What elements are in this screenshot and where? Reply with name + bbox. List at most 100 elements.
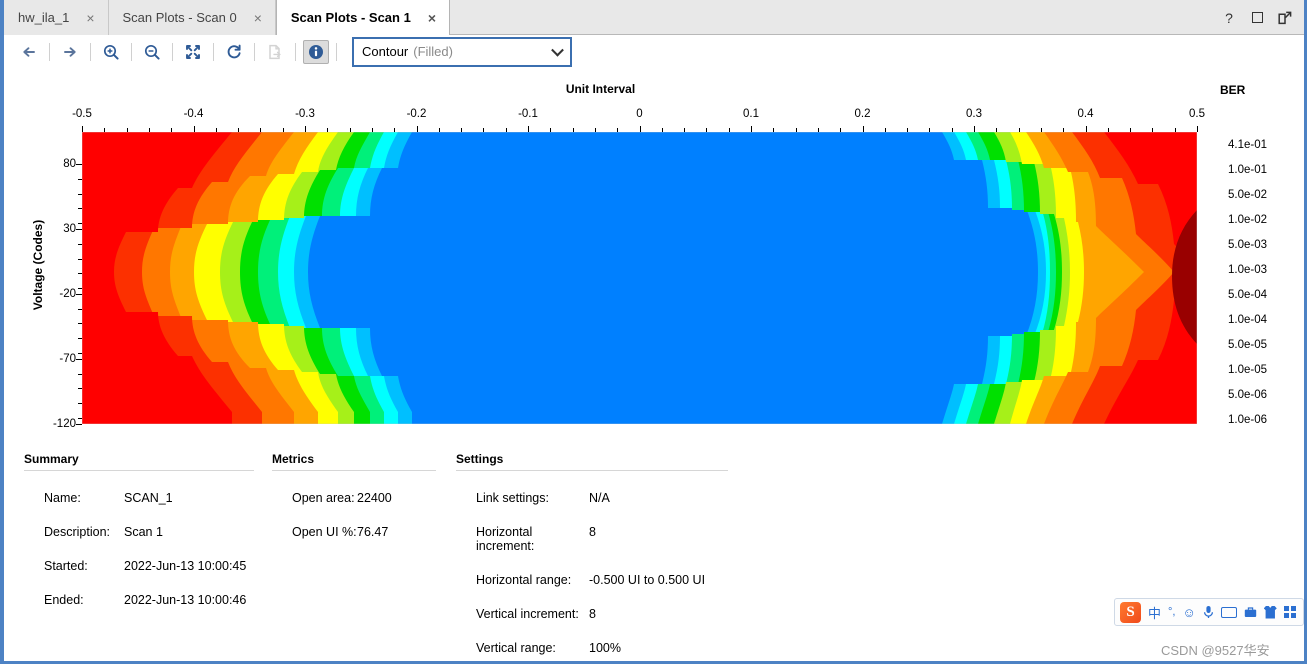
y-minor-tick	[78, 388, 82, 390]
colorbar-label: 1.0e-01	[1228, 163, 1268, 176]
colorbar-label: 5.0e-02	[1228, 188, 1268, 201]
y-minor-tick	[78, 179, 82, 181]
colorbar-entry: 5.0e-03	[1222, 232, 1267, 257]
toolbar-separator	[295, 42, 296, 61]
x-tick-label: 0.4	[1077, 108, 1094, 120]
ime-toolbox-icon[interactable]	[1244, 606, 1257, 618]
ime-mode-icon[interactable]: 中	[1148, 603, 1161, 622]
ime-apps-icon[interactable]	[1283, 606, 1296, 618]
colorbar-entry: 5.0e-05	[1222, 332, 1267, 357]
summary-panel: Summary Name: SCAN_1 Description: Scan 1 Sta…	[24, 452, 254, 607]
colorbar-label: 1.0e-03	[1228, 263, 1268, 276]
forward-icon[interactable]	[57, 40, 83, 64]
y-tick-mark	[76, 294, 82, 296]
y-minor-tick	[78, 308, 82, 310]
export-icon	[262, 40, 288, 64]
popout-icon[interactable]	[1278, 11, 1292, 25]
close-icon[interactable]: ×	[251, 11, 265, 25]
x-tick-label: -0.3	[295, 108, 315, 120]
restore-icon[interactable]	[1250, 11, 1264, 25]
ime-punctuation-icon[interactable]: °,	[1168, 606, 1175, 618]
colorbar-entry: 1.0e-06	[1222, 407, 1267, 432]
info-row-value: 76.47	[357, 525, 389, 539]
refresh-icon[interactable]	[221, 40, 247, 64]
info-row-value: 8	[589, 525, 596, 539]
close-icon[interactable]: ×	[425, 11, 439, 25]
y-minor-tick	[78, 417, 82, 419]
plot-type-select[interactable]: Contour (Filled)	[352, 36, 572, 67]
info-row: Open UI %: 76.47	[272, 525, 436, 539]
toolbar-separator	[131, 42, 132, 61]
colorbar-label: 5.0e-03	[1228, 238, 1268, 251]
settings-panel: Settings Link settings: N/A Horizontal inc…	[456, 452, 728, 655]
info-row-key: Open area:	[292, 491, 355, 505]
watermark: CSDN @9527华安	[1161, 643, 1270, 658]
y-tick-label: 80	[63, 158, 76, 171]
tab-label: Scan Plots - Scan 0	[122, 10, 237, 25]
y-minor-tick	[78, 243, 82, 245]
colorbar-label: 1.0e-02	[1228, 213, 1268, 226]
info-row: Started: 2022-Jun-13 10:00:45	[24, 559, 254, 573]
tab-bar: hw_ila_1 × Scan Plots - Scan 0 × Scan Pl…	[4, 0, 1304, 35]
y-tick-mark	[76, 424, 82, 425]
tab-hw-ila-1[interactable]: hw_ila_1 ×	[4, 0, 109, 35]
ime-microphone-icon[interactable]	[1203, 605, 1214, 619]
zoom-in-icon[interactable]	[98, 40, 124, 64]
colorbar: 4.1e-01 1.0e-01 5.0e-02 1.0e-02 5.0e-03 1.0e-…	[1222, 132, 1267, 432]
toolbar-separator	[213, 42, 214, 61]
info-row: Vertical range: 100%	[456, 641, 728, 655]
toolbar-separator	[90, 42, 91, 61]
ime-emoji-icon[interactable]: ☺	[1182, 605, 1195, 620]
y-minor-tick	[78, 338, 82, 340]
info-icon[interactable]	[303, 39, 329, 64]
plot-toolbar: Contour (Filled)	[4, 36, 1304, 68]
tab-label: Scan Plots - Scan 1	[290, 10, 411, 25]
tab-scan-plots-scan-1[interactable]: Scan Plots - Scan 1 ×	[275, 0, 450, 35]
tab-label: hw_ila_1	[18, 10, 70, 25]
contour-plot-canvas[interactable]	[82, 132, 1197, 424]
y-minor-tick	[78, 273, 82, 275]
zoom-out-icon[interactable]	[139, 40, 165, 64]
info-row-key: Horizontal increment:	[476, 525, 535, 553]
close-icon[interactable]: ×	[83, 11, 97, 25]
info-row-value: 8	[589, 607, 596, 621]
chevron-down-icon	[551, 43, 564, 57]
info-row: Vertical increment: 8	[456, 607, 728, 621]
info-row-key: Started:	[44, 559, 88, 573]
x-tick-label: 0	[636, 108, 643, 120]
colorbar-label: 5.0e-06	[1228, 388, 1268, 401]
y-tick-mark	[76, 164, 82, 166]
sogou-logo-icon[interactable]: S	[1120, 601, 1141, 623]
ime-keyboard-icon[interactable]	[1220, 606, 1237, 618]
y-tick-label: -120	[52, 418, 76, 430]
y-minor-tick	[78, 208, 82, 210]
back-icon[interactable]	[16, 40, 42, 64]
info-row-value: 2022-Jun-13 10:00:45	[124, 559, 247, 573]
plot-type-subtext: (Filled)	[413, 44, 453, 59]
x-tick-label: 0.1	[743, 108, 759, 120]
info-row-key: Ended:	[44, 593, 84, 607]
y-minor-tick	[78, 193, 82, 195]
ime-toolbar[interactable]: S 中 °, ☺	[1114, 598, 1304, 626]
x-tick-label: 0.5	[1189, 108, 1205, 120]
y-minor-tick	[78, 352, 82, 354]
zoom-fit-icon[interactable]	[180, 40, 206, 64]
window-controls: ?	[1222, 0, 1296, 35]
x-tick-label: 0.2	[854, 108, 871, 120]
info-row: Ended: 2022-Jun-13 10:00:46	[24, 593, 254, 607]
colorbar-label: 5.0e-04	[1228, 288, 1268, 301]
summary-heading: Summary	[24, 452, 79, 466]
info-row: Open area: 22400	[272, 491, 436, 505]
x-tick-label: 0.3	[966, 108, 982, 120]
tab-scan-plots-scan-0[interactable]: Scan Plots - Scan 0 ×	[108, 0, 276, 35]
help-icon[interactable]: ?	[1222, 10, 1236, 26]
info-row-key: Link settings:	[476, 491, 549, 505]
ime-skin-icon[interactable]	[1263, 605, 1277, 619]
x-tick-label: -0.4	[183, 108, 204, 120]
y-tick-label: 30	[63, 223, 76, 236]
y-minor-tick	[78, 287, 82, 289]
colorbar-entry: 1.0e-05	[1222, 357, 1267, 382]
toolbar-separator	[336, 42, 337, 61]
toolbar-separator	[172, 42, 173, 61]
scan-plot: Unit Interval BER Voltage (Codes) -0.5 -0…	[4, 70, 1304, 445]
